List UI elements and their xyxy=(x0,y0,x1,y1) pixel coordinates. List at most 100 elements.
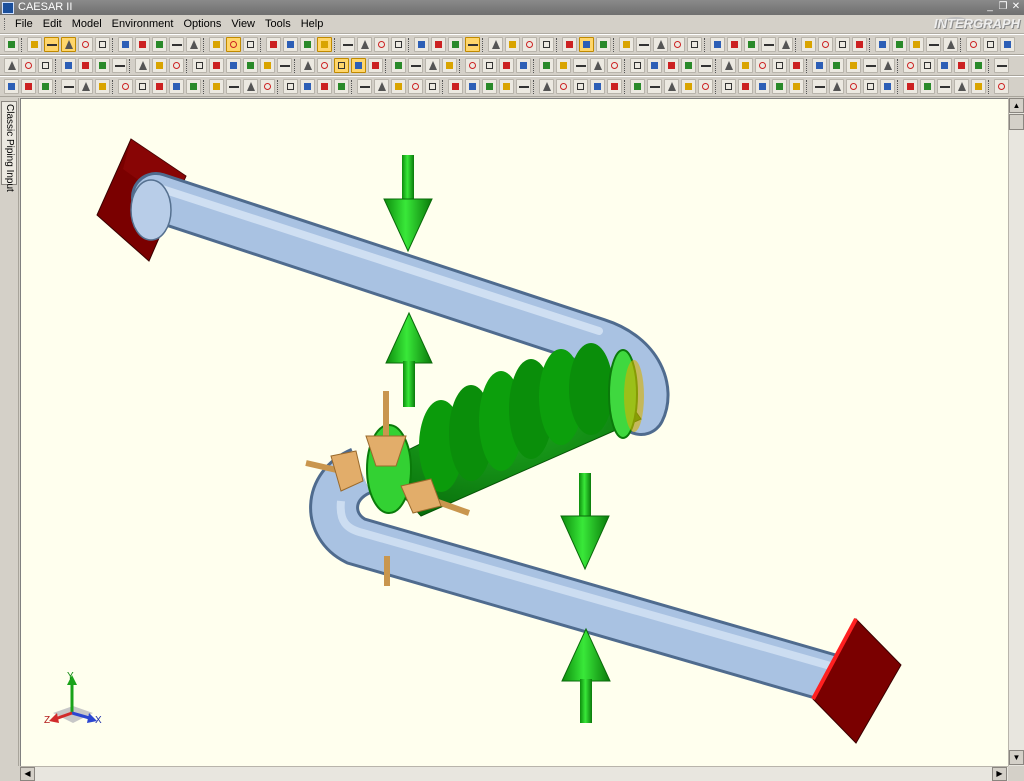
toolbar-3-tool-icon[interactable] xyxy=(516,79,531,94)
toolbar-1-tool-icon[interactable] xyxy=(243,37,258,52)
toolbar-1-tool-icon[interactable] xyxy=(1000,37,1015,52)
toolbar-1-tool-icon[interactable] xyxy=(226,37,241,52)
toolbar-3-tool-icon[interactable] xyxy=(260,79,275,94)
toolbar-3-tool-icon[interactable] xyxy=(334,79,349,94)
toolbar-1-tool-icon[interactable] xyxy=(983,37,998,52)
toolbar-1-tool-icon[interactable] xyxy=(27,37,42,52)
toolbar-2-tool-icon[interactable] xyxy=(721,58,736,73)
toolbar-2-tool-icon[interactable] xyxy=(829,58,844,73)
toolbar-1-tool-icon[interactable] xyxy=(909,37,924,52)
toolbar-1-tool-icon[interactable] xyxy=(44,37,59,52)
model-viewport[interactable]: X Y Z xyxy=(20,98,1008,766)
toolbar-1-tool-icon[interactable] xyxy=(875,37,890,52)
menu-file[interactable]: File xyxy=(10,15,38,34)
toolbar-1-tool-icon[interactable] xyxy=(505,37,520,52)
menu-edit[interactable]: Edit xyxy=(38,15,67,34)
toolbar-3-tool-icon[interactable] xyxy=(721,79,736,94)
toolbar-2-tool-icon[interactable] xyxy=(95,58,110,73)
toolbar-3-tool-icon[interactable] xyxy=(408,79,423,94)
toolbar-2-tool-icon[interactable] xyxy=(209,58,224,73)
toolbar-1-tool-icon[interactable] xyxy=(465,37,480,52)
restraint-arrow-top-down[interactable] xyxy=(383,155,433,253)
menu-view[interactable]: View xyxy=(226,15,260,34)
toolbar-3-tool-icon[interactable] xyxy=(812,79,827,94)
toolbar-1-tool-icon[interactable] xyxy=(539,37,554,52)
toolbar-3-tool-icon[interactable] xyxy=(482,79,497,94)
toolbar-2-tool-icon[interactable] xyxy=(880,58,895,73)
toolbar-1-tool-icon[interactable] xyxy=(4,37,19,52)
toolbar-3-tool-icon[interactable] xyxy=(920,79,935,94)
toolbar-2-tool-icon[interactable] xyxy=(21,58,36,73)
toolbar-2-tool-icon[interactable] xyxy=(738,58,753,73)
menu-help[interactable]: Help xyxy=(296,15,329,34)
toolbar-2-tool-icon[interactable] xyxy=(425,58,440,73)
toolbar-3-tool-icon[interactable] xyxy=(630,79,645,94)
toolbar-2-tool-icon[interactable] xyxy=(465,58,480,73)
toolbar-3-tool-icon[interactable] xyxy=(118,79,133,94)
toolbar-3-tool-icon[interactable] xyxy=(863,79,878,94)
toolbar-3-tool-icon[interactable] xyxy=(226,79,241,94)
lower-anchor[interactable] xyxy=(812,618,902,744)
toolbar-3-tool-icon[interactable] xyxy=(903,79,918,94)
toolbar-1-tool-icon[interactable] xyxy=(670,37,685,52)
close-button[interactable]: ✕ xyxy=(1010,1,1022,13)
menu-options[interactable]: Options xyxy=(178,15,226,34)
toolbar-3-tool-icon[interactable] xyxy=(738,79,753,94)
toolbar-1-tool-icon[interactable] xyxy=(118,37,133,52)
toolbar-2-tool-icon[interactable] xyxy=(112,58,127,73)
toolbar-1-tool-icon[interactable] xyxy=(852,37,867,52)
toolbar-3-tool-icon[interactable] xyxy=(829,79,844,94)
toolbar-3-tool-icon[interactable] xyxy=(283,79,298,94)
toolbar-3-tool-icon[interactable] xyxy=(169,79,184,94)
toolbar-1-tool-icon[interactable] xyxy=(744,37,759,52)
toolbar-3-tool-icon[interactable] xyxy=(994,79,1009,94)
toolbar-3-tool-icon[interactable] xyxy=(374,79,389,94)
toolbar-1-tool-icon[interactable] xyxy=(448,37,463,52)
toolbar-3-tool-icon[interactable] xyxy=(755,79,770,94)
toolbar-3-tool-icon[interactable] xyxy=(573,79,588,94)
toolbar-2-tool-icon[interactable] xyxy=(260,58,275,73)
toolbar-2-tool-icon[interactable] xyxy=(647,58,662,73)
toolbar-1-tool-icon[interactable] xyxy=(687,37,702,52)
toolbar-3-tool-icon[interactable] xyxy=(607,79,622,94)
toolbar-3-tool-icon[interactable] xyxy=(152,79,167,94)
toolbar-2-tool-icon[interactable] xyxy=(607,58,622,73)
toolbar-1-tool-icon[interactable] xyxy=(374,37,389,52)
toolbar-1-tool-icon[interactable] xyxy=(340,37,355,52)
toolbar-1-tool-icon[interactable] xyxy=(801,37,816,52)
toolbar-1-tool-icon[interactable] xyxy=(943,37,958,52)
toolbar-3-tool-icon[interactable] xyxy=(300,79,315,94)
toolbar-2-tool-icon[interactable] xyxy=(334,58,349,73)
toolbar-3-tool-icon[interactable] xyxy=(135,79,150,94)
toolbar-3-tool-icon[interactable] xyxy=(448,79,463,94)
toolbar-1-tool-icon[interactable] xyxy=(266,37,281,52)
toolbar-1-tool-icon[interactable] xyxy=(636,37,651,52)
menu-model[interactable]: Model xyxy=(67,15,107,34)
classic-piping-input-tab[interactable]: Classic Piping Input xyxy=(1,101,17,192)
toolbar-3-tool-icon[interactable] xyxy=(880,79,895,94)
toolbar-2-tool-icon[interactable] xyxy=(61,58,76,73)
toolbar-3-tool-icon[interactable] xyxy=(78,79,93,94)
restraint-arrow-bottom-up[interactable] xyxy=(561,627,611,723)
toolbar-3-tool-icon[interactable] xyxy=(391,79,406,94)
toolbar-2-tool-icon[interactable] xyxy=(226,58,241,73)
toolbar-1-tool-icon[interactable] xyxy=(186,37,201,52)
toolbar-2-tool-icon[interactable] xyxy=(78,58,93,73)
toolbar-2-tool-icon[interactable] xyxy=(772,58,787,73)
toolbar-3-tool-icon[interactable] xyxy=(556,79,571,94)
toolbar-2-tool-icon[interactable] xyxy=(317,58,332,73)
toolbar-2-tool-icon[interactable] xyxy=(573,58,588,73)
toolbar-2-tool-icon[interactable] xyxy=(516,58,531,73)
toolbar-3-tool-icon[interactable] xyxy=(465,79,480,94)
restraint-arrow-bottom-down[interactable] xyxy=(560,473,610,571)
toolbar-2-tool-icon[interactable] xyxy=(152,58,167,73)
toolbar-2-tool-icon[interactable] xyxy=(698,58,713,73)
toolbar-1-tool-icon[interactable] xyxy=(710,37,725,52)
scroll-left-icon[interactable]: ◀ xyxy=(20,767,35,781)
toolbar-3-tool-icon[interactable] xyxy=(499,79,514,94)
toolbar-2-tool-icon[interactable] xyxy=(556,58,571,73)
toolbar-3-tool-icon[interactable] xyxy=(954,79,969,94)
toolbar-1-tool-icon[interactable] xyxy=(317,37,332,52)
toolbar-3-tool-icon[interactable] xyxy=(681,79,696,94)
toolbar-1-tool-icon[interactable] xyxy=(653,37,668,52)
